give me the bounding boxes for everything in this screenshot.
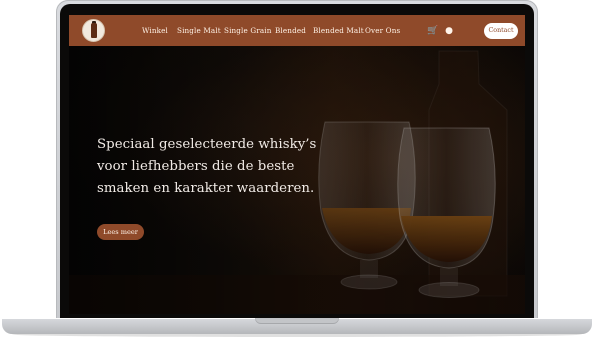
user-icon[interactable]: ● xyxy=(444,26,454,36)
read-more-button[interactable]: Lees meer xyxy=(97,224,144,240)
contact-button[interactable]: Contact xyxy=(484,23,518,39)
nav-item-blended[interactable]: Blended xyxy=(275,25,306,37)
laptop-base xyxy=(2,318,592,334)
nav-item-single-malt[interactable]: Single Malt xyxy=(177,25,221,37)
whisky-bottle-logo xyxy=(91,23,97,38)
nav-item-single-grain[interactable]: Single Grain xyxy=(224,25,271,37)
top-navbar: Winkel Single Malt Single Grain Blended … xyxy=(69,15,525,46)
laptop-bezel: Winkel Single Malt Single Grain Blended … xyxy=(60,4,534,321)
brand-logo[interactable] xyxy=(82,19,105,42)
laptop-opening-notch xyxy=(255,318,339,324)
hero-heading: Speciaal geselecteerde whisky’s voor lie… xyxy=(97,137,317,197)
laptop-lid: Winkel Single Malt Single Grain Blended … xyxy=(56,0,538,323)
hero-section: Speciaal geselecteerde whisky’s voor lie… xyxy=(69,46,525,314)
laptop-screen: Winkel Single Malt Single Grain Blended … xyxy=(69,15,525,314)
nav-item-winkel[interactable]: Winkel xyxy=(142,25,168,37)
cart-icon[interactable]: 🛒 xyxy=(427,26,438,36)
nav-item-over-ons[interactable]: Over Ons xyxy=(365,25,400,37)
nav-item-blended-malt[interactable]: Blended Malt xyxy=(313,25,364,37)
